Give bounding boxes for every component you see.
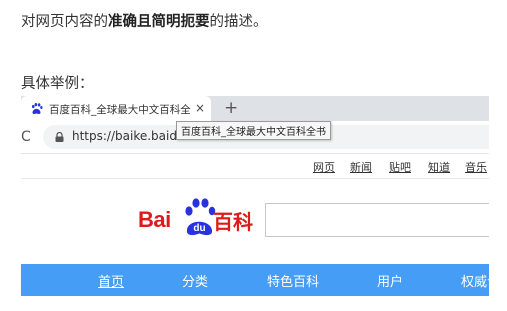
top-nav-link-web[interactable]: 网页 <box>313 159 335 175</box>
logo-baike-text: 百科 <box>213 210 253 234</box>
reload-icon[interactable]: C <box>21 129 31 145</box>
main-nav-featured[interactable]: 特色百科 <box>267 271 319 290</box>
tab-title: 百度百科_全球最大中文百科全书 <box>49 104 191 116</box>
main-nav-category[interactable]: 分类 <box>182 271 208 290</box>
intro-prefix: 对网页内容的 <box>21 14 108 30</box>
new-tab-button[interactable]: + <box>224 98 238 118</box>
search-input[interactable] <box>265 203 489 237</box>
close-icon[interactable]: × <box>195 100 205 116</box>
example-label: 具体举例： <box>21 76 94 92</box>
browser-tab[interactable]: 百度百科_全球最大中文百科全书 × <box>21 96 211 121</box>
top-nav-link-zhidao[interactable]: 知道 <box>428 159 450 175</box>
main-nav-authority[interactable]: 权威合作 <box>461 271 489 290</box>
baidu-paw-logo-icon: du <box>185 198 216 236</box>
logo-du-text: du <box>193 223 205 234</box>
intro-text: 对网页内容的准确且简明扼要的描述。 <box>21 10 268 31</box>
logo-bai-text: Bai <box>138 207 171 232</box>
tab-strip: 百度百科_全球最大中文百科全书 × + <box>21 96 489 121</box>
baidu-baike-logo[interactable]: Bai du 百科 <box>138 197 268 237</box>
top-nav: 网页 新闻 贴吧 知道 音乐 <box>21 154 489 179</box>
main-nav: 首页 分类 特色百科 用户 权威合作 <box>21 264 489 296</box>
intro-emphasis: 准确且简明扼要 <box>108 14 210 30</box>
baidu-paw-icon <box>31 102 43 114</box>
main-nav-home[interactable]: 首页 <box>98 271 124 290</box>
main-nav-users[interactable]: 用户 <box>377 271 403 290</box>
lock-icon <box>55 132 64 142</box>
top-nav-link-tieba[interactable]: 贴吧 <box>389 159 411 175</box>
top-nav-link-news[interactable]: 新闻 <box>350 159 372 175</box>
tab-tooltip: 百度百科_全球最大中文百科全书 <box>176 121 331 140</box>
top-nav-link-music[interactable]: 音乐 <box>465 159 487 175</box>
intro-suffix: 的描述。 <box>209 14 268 30</box>
